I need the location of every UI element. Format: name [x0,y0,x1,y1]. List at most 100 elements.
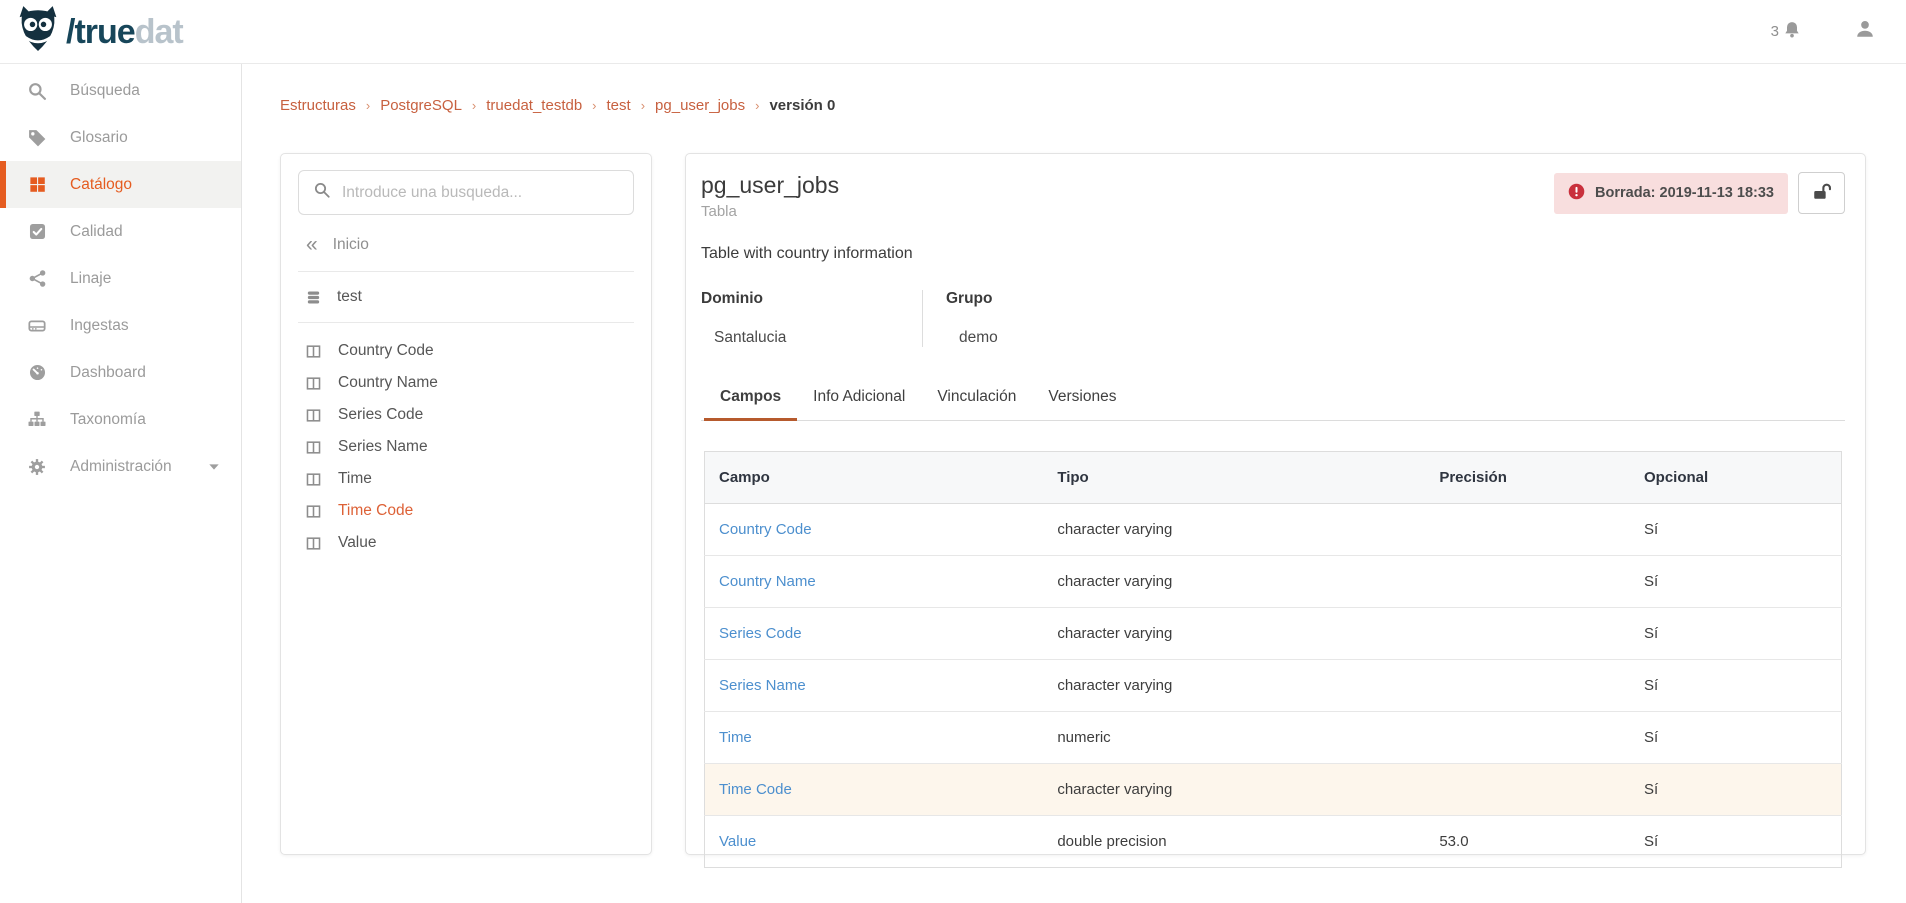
field-precision [1425,504,1630,556]
sidebar-item-label: Administración [70,458,172,476]
table-row: Series Namecharacter varyingSí [705,660,1842,712]
unlock-button[interactable] [1798,172,1845,214]
table-row: Time Codecharacter varyingSí [705,764,1842,816]
tree-field-item[interactable]: Time Code [298,495,634,527]
truedat-logo[interactable]: /truedat [16,5,183,58]
tree-search-input[interactable] [342,184,619,202]
tree-parent-item[interactable]: test [298,272,634,322]
tree-field-item[interactable]: Value [298,527,634,559]
column-icon [304,534,322,552]
double-chevron-left-icon: « [306,238,318,252]
notifications-button[interactable]: 3 [1771,20,1802,44]
table-row: Country Codecharacter varyingSí [705,504,1842,556]
field-link[interactable]: Time Code [719,781,792,798]
field-link[interactable]: Series Name [719,677,806,694]
tree-field-item[interactable]: Series Code [298,399,634,431]
sidebar-nav: Búsqueda Glosario Catálogo Calidad Linaje Ing… [0,64,242,903]
tree-field-label: Time Code [338,502,413,520]
metadata-section: Dominio Santalucia Grupo demo [701,290,1845,347]
group-value: demo [946,329,998,347]
fields-table-header-row: CampoTipoPrecisiónOpcional [705,452,1842,504]
sidebar-item-administracion[interactable]: Administración [0,443,241,490]
sidebar-item-busqueda[interactable]: Búsqueda [0,67,241,114]
tree-field-item[interactable]: Series Name [298,431,634,463]
sidebar-item-taxonomia[interactable]: Taxonomía [0,396,241,443]
tree-field-list: Country Code Country Name Series Code Serie… [298,323,634,559]
sidebar-item-label: Búsqueda [70,82,140,100]
tree-field-item[interactable]: Country Name [298,367,634,399]
sidebar-item-label: Calidad [70,223,123,241]
breadcrumb: Estructuras›PostgreSQL›truedat_testdb›te… [280,97,835,114]
tree-field-label: Series Code [338,406,423,424]
tree-home-label: Inicio [333,236,369,254]
group-label: Grupo [946,290,998,308]
detail-tabs: CamposInfo AdicionalVinculaciónVersiones [701,378,1845,421]
tab-campos[interactable]: Campos [704,378,797,421]
sidebar-item-catalogo[interactable]: Catálogo [0,161,241,208]
database-icon [304,288,322,306]
field-link[interactable]: Country Code [719,521,812,538]
sidebar-item-label: Catálogo [70,176,132,194]
deleted-badge-text: Borrada: 2019-11-13 18:33 [1595,185,1774,201]
notification-count: 3 [1771,23,1779,40]
field-precision: 53.0 [1425,816,1630,868]
user-menu-button[interactable] [1854,18,1876,45]
share-icon [27,269,47,289]
sidebar-item-calidad[interactable]: Calidad [0,208,241,255]
column-icon [304,342,322,360]
tab-info-adicional[interactable]: Info Adicional [797,378,921,421]
table-row: Value double precision53.0Sí [705,816,1842,868]
field-optional: Sí [1630,608,1842,660]
tree-field-label: Series Name [338,438,428,456]
field-type: character varying [1043,660,1425,712]
field-link[interactable]: Country Name [719,573,816,590]
breadcrumb-link[interactable]: Estructuras [280,97,356,114]
field-optional: Sí [1630,816,1842,868]
field-optional: Sí [1630,556,1842,608]
field-precision [1425,764,1630,816]
search-icon [313,181,331,204]
structure-detail-panel: pg_user_jobs Tabla Borrada: 2019-11-13 1… [685,153,1866,855]
sidebar-item-dashboard[interactable]: Dashboard [0,349,241,396]
owl-logo-icon [16,5,60,58]
breadcrumb-link[interactable]: truedat_testdb [486,97,582,114]
search-icon [27,81,47,101]
tree-home-button[interactable]: « Inicio [298,215,634,271]
field-link[interactable]: Value [719,833,756,850]
tree-field-item[interactable]: Country Code [298,335,634,367]
top-bar: /truedat 3 [0,0,1906,64]
sidebar-item-glosario[interactable]: Glosario [0,114,241,161]
tab-vinculacion[interactable]: Vinculación [921,378,1032,421]
field-link[interactable]: Series Code [719,625,802,642]
field-precision [1425,608,1630,660]
group-block: Grupo demo [923,290,1022,347]
unlock-icon [1811,181,1833,205]
check-square-icon [27,222,47,242]
tree-field-item[interactable]: Time [298,463,634,495]
column-icon [304,374,322,392]
field-type: numeric [1043,712,1425,764]
tag-icon [27,128,47,148]
column-header: Campo [705,452,1044,504]
breadcrumb-link[interactable]: test [607,97,631,114]
structure-tree-panel: « Inicio test Country Code Country Name Se… [280,153,652,855]
breadcrumb-link[interactable]: pg_user_jobs [655,97,745,114]
chevron-right-icon: › [472,98,476,113]
tree-search-box [298,170,634,215]
tab-versiones[interactable]: Versiones [1032,378,1132,421]
field-link[interactable]: Time [719,729,752,746]
sidebar-item-label: Ingestas [70,317,129,335]
field-type: double precision [1043,816,1425,868]
breadcrumb-link[interactable]: PostgreSQL [380,97,462,114]
column-header: Tipo [1043,452,1425,504]
structure-type: Tabla [701,203,839,220]
field-optional: Sí [1630,504,1842,556]
sidebar-item-linaje[interactable]: Linaje [0,255,241,302]
sitemap-icon [27,410,47,430]
field-optional: Sí [1630,712,1842,764]
tree-field-label: Country Name [338,374,438,392]
chevron-right-icon: › [755,98,759,113]
exclamation-circle-icon [1568,183,1585,204]
sidebar-item-ingestas[interactable]: Ingestas [0,302,241,349]
field-precision [1425,660,1630,712]
